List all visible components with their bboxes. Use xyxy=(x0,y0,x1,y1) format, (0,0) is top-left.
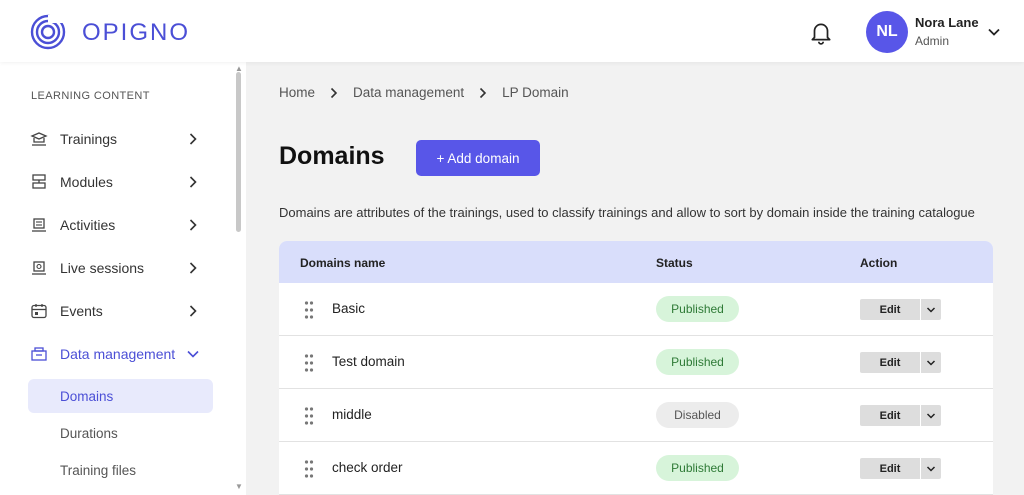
user-name[interactable]: Nora Lane xyxy=(915,15,979,30)
breadcrumb-current: LP Domain xyxy=(502,85,569,100)
table-header: Domains name Status Action xyxy=(279,241,993,283)
chevron-down-icon xyxy=(926,359,936,366)
domain-name: Basic xyxy=(332,301,366,316)
sidebar-item-label: Modules xyxy=(60,174,113,190)
opigno-logo-icon[interactable] xyxy=(30,14,66,50)
trainings-icon xyxy=(30,130,48,148)
chevron-right-icon[interactable] xyxy=(186,132,200,146)
status-badge: Published xyxy=(656,296,739,322)
sidebar-subitem-training-files[interactable]: Training files xyxy=(28,453,213,487)
sidebar-item-activities[interactable]: Activities xyxy=(28,210,208,240)
edit-dropdown-toggle[interactable] xyxy=(921,299,941,320)
sidebar-subitem-domains[interactable]: Domains xyxy=(28,379,213,413)
column-header-status[interactable]: Status xyxy=(656,256,693,270)
user-role: Admin xyxy=(915,34,950,48)
chevron-right-icon xyxy=(330,87,338,98)
domains-table: Domains name Status Action Basic Publish… xyxy=(279,241,993,495)
edit-dropdown-toggle[interactable] xyxy=(921,458,941,479)
edit-button[interactable]: Edit xyxy=(860,352,920,373)
sidebar-item-trainings[interactable]: Trainings xyxy=(28,124,208,154)
sidebar-item-live-sessions[interactable]: Live sessions xyxy=(28,253,208,283)
sidebar-item-label: Activities xyxy=(60,217,116,233)
add-domain-button[interactable]: + Add domain xyxy=(416,140,540,176)
sidebar-item-data-management[interactable]: Data management xyxy=(28,339,208,369)
calendar-icon xyxy=(30,302,48,320)
logo-text[interactable]: OPIGNO xyxy=(82,19,190,47)
column-header-action: Action xyxy=(860,256,898,270)
status-badge: Published xyxy=(656,455,739,481)
modules-icon xyxy=(30,173,48,191)
edit-button[interactable]: Edit xyxy=(860,458,920,479)
chevron-right-icon[interactable] xyxy=(186,218,200,232)
section-title: LEARNING CONTENT xyxy=(31,90,150,102)
sidebar-item-label: Trainings xyxy=(60,131,118,147)
edit-dropdown-toggle[interactable] xyxy=(921,405,941,426)
edit-action-group: Edit xyxy=(860,458,941,479)
sidebar-item-label: Data management xyxy=(60,346,176,362)
sidebar-item-events[interactable]: Events xyxy=(28,296,208,326)
breadcrumb-data-management[interactable]: Data management xyxy=(353,85,464,100)
breadcrumb-home[interactable]: Home xyxy=(279,85,315,100)
scroll-down-icon[interactable]: ▼ xyxy=(235,482,243,491)
sidebar-item-label: Events xyxy=(60,303,103,319)
sidebar-item-modules[interactable]: Modules xyxy=(28,167,208,197)
status-badge: Disabled xyxy=(656,402,739,428)
data-management-icon xyxy=(30,345,48,363)
chevron-right-icon[interactable] xyxy=(186,175,200,189)
chevron-down-icon[interactable] xyxy=(987,25,1001,39)
drag-handle-icon[interactable] xyxy=(304,406,314,426)
notifications-bell-icon[interactable] xyxy=(808,19,834,45)
table-row: middle Disabled Edit xyxy=(279,389,993,442)
edit-button[interactable]: Edit xyxy=(860,405,920,426)
user-avatar[interactable]: NL xyxy=(866,11,908,53)
drag-handle-icon[interactable] xyxy=(304,353,314,373)
drag-handle-icon[interactable] xyxy=(304,300,314,320)
chevron-down-icon[interactable] xyxy=(186,347,200,361)
drag-handle-icon[interactable] xyxy=(304,459,314,479)
status-badge: Published xyxy=(656,349,739,375)
page-description: Domains are attributes of the trainings,… xyxy=(279,205,975,220)
edit-button[interactable]: Edit xyxy=(860,299,920,320)
chevron-right-icon[interactable] xyxy=(186,261,200,275)
domain-name: check order xyxy=(332,460,403,475)
edit-action-group: Edit xyxy=(860,352,941,373)
table-row: check order Published Edit xyxy=(279,442,993,495)
domain-name: middle xyxy=(332,407,372,422)
sidebar-item-label: Live sessions xyxy=(60,260,145,276)
activities-icon xyxy=(30,216,48,234)
chevron-right-icon xyxy=(480,87,487,98)
domain-name: Test domain xyxy=(332,354,405,369)
chevron-down-icon xyxy=(926,306,936,313)
page-title: Domains xyxy=(279,142,385,170)
chevron-right-icon[interactable] xyxy=(186,304,200,318)
sidebar: ▲ ▼ LEARNING CONTENT Trainings Modules A… xyxy=(0,62,246,495)
column-header-name[interactable]: Domains name xyxy=(300,256,385,270)
top-header: OPIGNO NL Nora Lane Admin xyxy=(0,0,1024,62)
table-row: Test domain Published Edit xyxy=(279,336,993,389)
chevron-down-icon xyxy=(926,465,936,472)
sidebar-subitem-durations[interactable]: Durations xyxy=(28,416,213,450)
breadcrumb: Home Data management LP Domain xyxy=(279,85,569,100)
chevron-down-icon xyxy=(926,412,936,419)
edit-action-group: Edit xyxy=(860,405,941,426)
table-row: Basic Published Edit xyxy=(279,283,993,336)
edit-action-group: Edit xyxy=(860,299,941,320)
sidebar-scrollbar[interactable] xyxy=(236,72,241,232)
live-sessions-icon xyxy=(30,259,48,277)
edit-dropdown-toggle[interactable] xyxy=(921,352,941,373)
